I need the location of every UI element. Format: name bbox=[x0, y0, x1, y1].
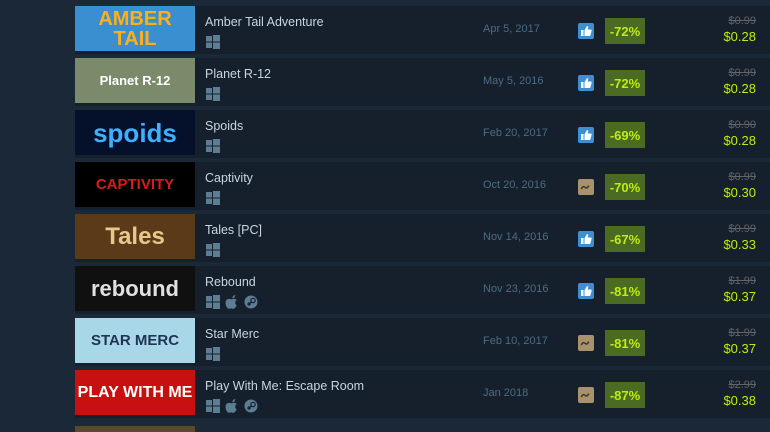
game-row[interactable]: rebound Rebound Nov 23, 2016 -81% $1.99 $0.37 bbox=[75, 266, 770, 314]
game-title: Captivity bbox=[205, 171, 253, 185]
original-price: $1.99 bbox=[728, 275, 756, 287]
game-thumbnail[interactable]: PLAY WITH ME bbox=[75, 370, 195, 415]
release-date: Nov 14, 2016 bbox=[483, 231, 549, 243]
windows-icon bbox=[206, 139, 220, 153]
windows-icon bbox=[206, 295, 220, 309]
release-date: Jan 2018 bbox=[483, 387, 529, 399]
discount-badge: -72% bbox=[605, 70, 645, 96]
game-row[interactable]: STAR MERC Star Merc Feb 10, 2017 -81% $1.99 $… bbox=[75, 318, 770, 366]
thumbs-up-icon bbox=[578, 283, 594, 299]
thumbnail-logo-text: spoids bbox=[93, 117, 177, 148]
windows-icon bbox=[206, 35, 220, 49]
thumbnail-logo-text: AMBER TAIL bbox=[98, 7, 172, 50]
release-date: Feb 10, 2017 bbox=[483, 335, 548, 347]
apple-icon bbox=[225, 399, 239, 413]
windows-icon bbox=[206, 399, 220, 413]
discount-badge: -81% bbox=[605, 278, 645, 304]
game-title: Tales [PC] bbox=[205, 223, 262, 237]
game-thumbnail[interactable]: rebound bbox=[75, 266, 195, 311]
final-price: $0.37 bbox=[723, 289, 756, 304]
platform-icons bbox=[206, 87, 220, 101]
thumbnail-logo-text: PLAY WITH ME bbox=[77, 383, 193, 401]
game-title: Star Merc bbox=[205, 327, 260, 341]
thumbnail-logo-text: CAPTIVITY bbox=[95, 176, 175, 193]
original-price: $0.99 bbox=[728, 15, 756, 27]
windows-icon bbox=[206, 87, 220, 101]
tilde-icon bbox=[578, 179, 594, 195]
thumbnail-logo-text: Planet R-12 bbox=[99, 73, 171, 88]
final-price: $0.28 bbox=[723, 81, 756, 96]
final-price: $0.28 bbox=[723, 29, 756, 44]
game-row[interactable]: PLAY WITH ME Play With Me: Escape Room Jan… bbox=[75, 370, 770, 418]
final-price: $0.38 bbox=[723, 393, 756, 408]
game-row[interactable]: CAPTIVITY Captivity Oct 20, 2016 -70% $0.99 $… bbox=[75, 162, 770, 210]
steamos-icon bbox=[244, 295, 258, 309]
final-price: $0.30 bbox=[723, 185, 756, 200]
game-thumbnail[interactable]: CAPTIVITY bbox=[75, 162, 195, 207]
steamos-icon bbox=[244, 399, 258, 413]
thumbnail-logo-text: Tales bbox=[105, 222, 165, 250]
thumbs-up-icon bbox=[578, 23, 594, 39]
tilde-icon bbox=[578, 335, 594, 351]
discount-badge: -81% bbox=[605, 330, 645, 356]
original-price: $1.99 bbox=[728, 327, 756, 339]
game-row[interactable]: Planet R-12 Planet R-12 May 5, 2016 -72% $0.… bbox=[75, 58, 770, 106]
platform-icons bbox=[206, 347, 220, 361]
game-title: Planet R-12 bbox=[205, 67, 272, 81]
game-row[interactable]: AMBER TAIL Amber Tail Adventure Apr 5, 201… bbox=[75, 6, 770, 54]
game-thumbnail[interactable]: spoids bbox=[75, 110, 195, 155]
game-title: Play With Me: Escape Room bbox=[205, 379, 365, 393]
game-title: Rebound bbox=[205, 275, 256, 289]
final-price: $0.33 bbox=[723, 237, 756, 252]
original-price: $2.99 bbox=[728, 379, 756, 391]
game-thumbnail[interactable]: Planet R-12 bbox=[75, 58, 195, 103]
game-row[interactable]: spoids Spoids Feb 20, 2017 -69% $0.90 $0.28 bbox=[75, 110, 770, 158]
discount-badge: -72% bbox=[605, 18, 645, 44]
platform-icons bbox=[206, 139, 220, 153]
windows-icon bbox=[206, 347, 220, 361]
platform-icons bbox=[206, 243, 220, 257]
game-title: Amber Tail Adventure bbox=[205, 15, 324, 29]
original-price: $0.90 bbox=[728, 119, 756, 131]
game-title: Spoids bbox=[205, 119, 244, 133]
thumbnail-logo-text: STAR MERC bbox=[90, 332, 180, 349]
thumbs-up-icon bbox=[578, 75, 594, 91]
thumbs-up-icon bbox=[578, 127, 594, 143]
discount-badge: -87% bbox=[605, 382, 645, 408]
discount-badge: -69% bbox=[605, 122, 645, 148]
thumbs-up-icon bbox=[578, 231, 594, 247]
release-date: Nov 23, 2016 bbox=[483, 283, 549, 295]
search-results-list: AMBER TAIL Amber Tail Adventure Apr 5, 201… bbox=[75, 6, 770, 422]
discount-badge: -67% bbox=[605, 226, 645, 252]
release-date: Oct 20, 2016 bbox=[483, 179, 546, 191]
game-row[interactable]: Tales Tales [PC] Nov 14, 2016 -67% $0.99 $0.3… bbox=[75, 214, 770, 262]
game-thumbnail[interactable]: AMBER TAIL bbox=[75, 6, 195, 51]
release-date: Feb 20, 2017 bbox=[483, 127, 548, 139]
apple-icon bbox=[225, 295, 239, 309]
next-row-thumbnail-partial[interactable] bbox=[75, 426, 195, 432]
game-thumbnail[interactable]: Tales bbox=[75, 214, 195, 259]
windows-icon bbox=[206, 243, 220, 257]
windows-icon bbox=[206, 191, 220, 205]
release-date: May 5, 2016 bbox=[483, 75, 544, 87]
platform-icons bbox=[206, 399, 258, 413]
platform-icons bbox=[206, 295, 258, 309]
thumbnail-logo-text: rebound bbox=[91, 275, 179, 301]
original-price: $0.99 bbox=[728, 67, 756, 79]
tilde-icon bbox=[578, 387, 594, 403]
discount-badge: -70% bbox=[605, 174, 645, 200]
original-price: $0.99 bbox=[728, 171, 756, 183]
platform-icons bbox=[206, 35, 220, 49]
game-thumbnail[interactable]: STAR MERC bbox=[75, 318, 195, 363]
final-price: $0.37 bbox=[723, 341, 756, 356]
original-price: $0.99 bbox=[728, 223, 756, 235]
platform-icons bbox=[206, 191, 220, 205]
release-date: Apr 5, 2017 bbox=[483, 23, 540, 35]
final-price: $0.28 bbox=[723, 133, 756, 148]
